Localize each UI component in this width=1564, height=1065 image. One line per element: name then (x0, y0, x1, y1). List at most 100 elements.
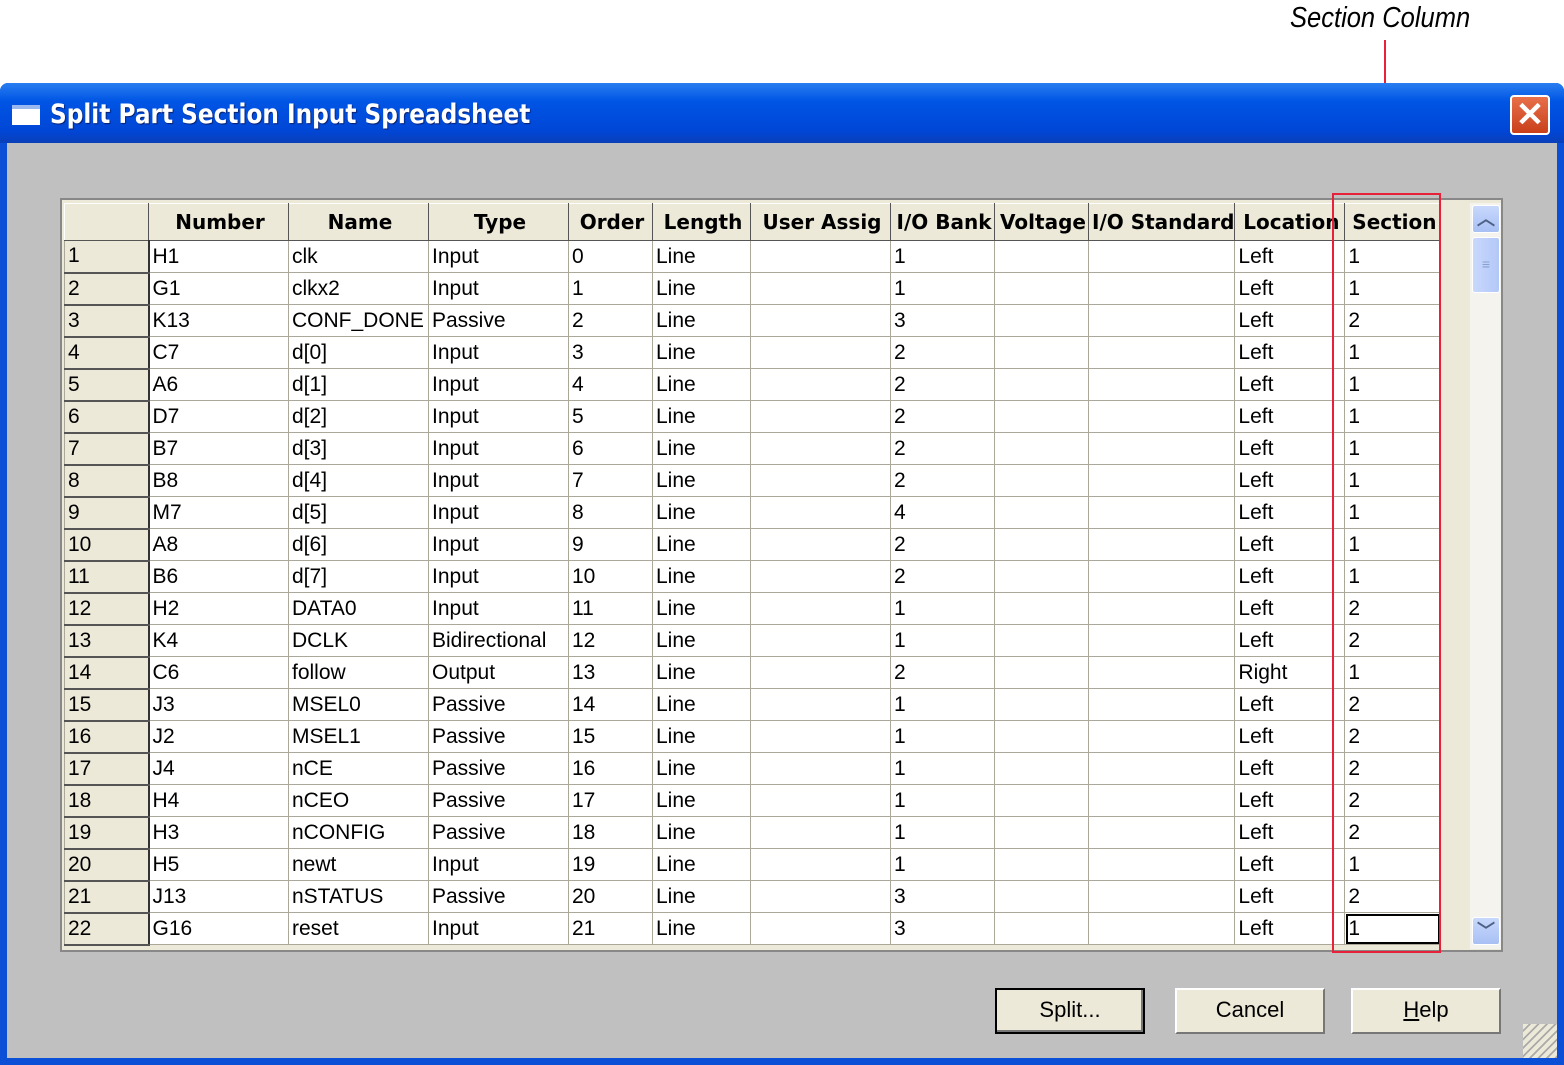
cell-user-assig[interactable] (750, 592, 891, 625)
cell-section[interactable]: 2 (1344, 816, 1442, 849)
cell-name[interactable]: d[1] (288, 368, 429, 401)
cell-location[interactable]: Left (1234, 816, 1346, 849)
cell-length[interactable]: Line (652, 784, 751, 817)
cell-voltage[interactable] (994, 592, 1089, 625)
cell-length[interactable]: Line (652, 368, 751, 401)
cell-location[interactable]: Left (1234, 688, 1346, 721)
vertical-scrollbar[interactable]: ︿ ≡ ﹀ (1470, 203, 1501, 949)
cell-number[interactable]: J3 (148, 688, 289, 721)
cell-name[interactable]: d[7] (288, 560, 429, 593)
cell-order[interactable]: 5 (568, 400, 653, 433)
cell-voltage[interactable] (994, 272, 1089, 305)
cell-length[interactable]: Line (652, 432, 751, 465)
column-header-corner[interactable] (64, 203, 149, 241)
cell-number[interactable]: M7 (148, 496, 289, 529)
cell-i-o-standard[interactable] (1087, 336, 1236, 369)
cell-location[interactable]: Right (1234, 656, 1346, 689)
row-header[interactable]: 21 (64, 880, 150, 914)
cell-section[interactable]: 1 (1344, 464, 1442, 497)
cell-number[interactable]: H1 (148, 240, 289, 273)
cell-number[interactable]: H4 (148, 784, 289, 817)
cell-i-o-standard[interactable] (1087, 272, 1236, 305)
cell-location[interactable]: Left (1234, 784, 1346, 817)
cell-user-assig[interactable] (750, 240, 891, 273)
cell-location[interactable]: Left (1234, 400, 1346, 433)
close-button[interactable]: ✕ (1510, 95, 1550, 135)
cell-name[interactable]: nCE (288, 752, 429, 785)
cell-name[interactable]: d[0] (288, 336, 429, 369)
cell-type[interactable]: Input (428, 464, 569, 497)
cell-order[interactable]: 12 (568, 624, 653, 657)
cell-number[interactable]: K13 (148, 304, 289, 337)
cell-location[interactable]: Left (1234, 496, 1346, 529)
column-header-order[interactable]: Order (568, 203, 653, 241)
column-header-location[interactable]: Location (1234, 203, 1346, 241)
row-header[interactable]: 13 (64, 624, 150, 658)
cell-type[interactable]: Bidirectional (428, 624, 569, 657)
cell-length[interactable]: Line (652, 880, 751, 913)
cell-user-assig[interactable] (750, 464, 891, 497)
row-header[interactable]: 17 (64, 752, 150, 786)
cell-user-assig[interactable] (750, 848, 891, 881)
cell-order[interactable]: 1 (568, 272, 653, 305)
cell-name[interactable]: d[5] (288, 496, 429, 529)
cell-section[interactable]: 1 (1344, 272, 1442, 305)
column-header-name[interactable]: Name (288, 203, 429, 241)
cell-section[interactable]: 2 (1344, 880, 1442, 913)
cell-order[interactable]: 0 (568, 240, 653, 273)
cell-voltage[interactable] (994, 912, 1089, 945)
cell-i-o-bank[interactable]: 2 (890, 400, 995, 433)
cell-user-assig[interactable] (750, 496, 891, 529)
cell-order[interactable]: 17 (568, 784, 653, 817)
row-header[interactable]: 12 (64, 592, 150, 626)
cell-type[interactable]: Passive (428, 752, 569, 785)
cell-i-o-standard[interactable] (1087, 304, 1236, 337)
cancel-button[interactable]: Cancel (1175, 988, 1325, 1034)
cell-length[interactable]: Line (652, 400, 751, 433)
cell-voltage[interactable] (994, 336, 1089, 369)
cell-number[interactable]: C7 (148, 336, 289, 369)
cell-length[interactable]: Line (652, 624, 751, 657)
cell-length[interactable]: Line (652, 560, 751, 593)
cell-i-o-bank[interactable]: 1 (890, 848, 995, 881)
cell-voltage[interactable] (994, 368, 1089, 401)
cell-name[interactable]: reset (288, 912, 429, 945)
row-header[interactable]: 8 (64, 464, 150, 498)
cell-number[interactable]: G16 (148, 912, 289, 945)
row-header[interactable]: 1 (64, 240, 150, 274)
cell-section[interactable]: 1 (1344, 432, 1442, 465)
cell-name[interactable]: nCONFIG (288, 816, 429, 849)
cell-type[interactable]: Passive (428, 720, 569, 753)
cell-order[interactable]: 16 (568, 752, 653, 785)
cell-length[interactable]: Line (652, 272, 751, 305)
cell-section[interactable]: 2 (1344, 304, 1442, 337)
cell-i-o-bank[interactable]: 1 (890, 624, 995, 657)
cell-i-o-bank[interactable]: 2 (890, 432, 995, 465)
cell-voltage[interactable] (994, 784, 1089, 817)
column-header-user-assig[interactable]: User Assig (750, 203, 891, 241)
cell-voltage[interactable] (994, 720, 1089, 753)
cell-section[interactable]: 1 (1344, 400, 1442, 433)
cell-user-assig[interactable] (750, 752, 891, 785)
cell-location[interactable]: Left (1234, 336, 1346, 369)
cell-i-o-standard[interactable] (1087, 464, 1236, 497)
row-header[interactable]: 7 (64, 432, 150, 466)
cell-voltage[interactable] (994, 816, 1089, 849)
cell-user-assig[interactable] (750, 304, 891, 337)
cell-i-o-bank[interactable]: 1 (890, 688, 995, 721)
column-header-section[interactable]: Section (1344, 203, 1442, 241)
cell-i-o-bank[interactable]: 1 (890, 240, 995, 273)
row-header[interactable]: 5 (64, 368, 150, 402)
cell-type[interactable]: Passive (428, 816, 569, 849)
cell-type[interactable]: Input (428, 848, 569, 881)
cell-length[interactable]: Line (652, 720, 751, 753)
cell-length[interactable]: Line (652, 816, 751, 849)
cell-i-o-standard[interactable] (1087, 880, 1236, 913)
cell-i-o-bank[interactable]: 3 (890, 304, 995, 337)
cell-name[interactable]: nCEO (288, 784, 429, 817)
cell-i-o-standard[interactable] (1087, 496, 1236, 529)
row-header[interactable]: 22 (64, 912, 150, 946)
cell-i-o-bank[interactable]: 4 (890, 496, 995, 529)
cell-location[interactable]: Left (1234, 752, 1346, 785)
cell-name[interactable]: nSTATUS (288, 880, 429, 913)
